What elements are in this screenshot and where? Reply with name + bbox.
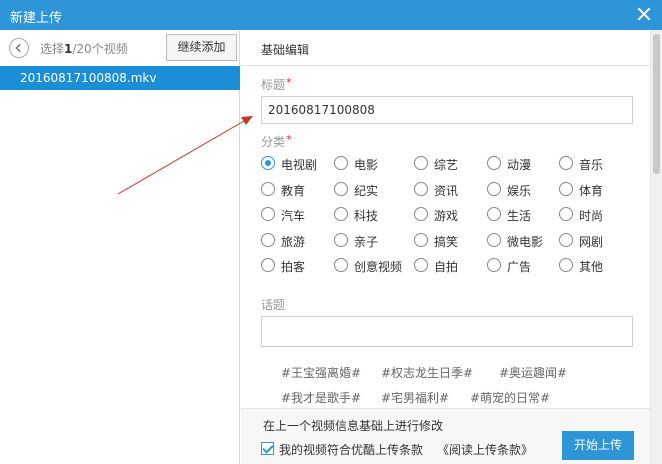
category-option-label: 时尚: [579, 209, 604, 223]
category-option-label: 汽车: [281, 209, 306, 223]
radio-icon[interactable]: [334, 258, 348, 272]
category-option-label: 教育: [281, 184, 306, 198]
category-option-label: 电视剧: [281, 158, 318, 172]
topic-input[interactable]: [261, 316, 633, 347]
basic-edit-panel: 基础编辑 标题* 分类* 电视剧 电影 综艺 动漫 音乐教育 纪实 资讯 娱乐 体育汽车 科技 游戏…: [241, 30, 662, 464]
category-option-label: 搞笑: [434, 235, 459, 249]
category-option-label: 娱乐: [507, 184, 532, 198]
category-option-label: 动漫: [507, 158, 532, 172]
category-option-label: 自拍: [434, 260, 459, 274]
radio-icon[interactable]: [414, 207, 428, 221]
radio-icon[interactable]: [487, 156, 501, 170]
category-option-label: 音乐: [579, 158, 604, 172]
topic-tag[interactable]: #权志龙生日季#: [381, 364, 473, 381]
radio-icon[interactable]: [261, 233, 275, 247]
topic-tag[interactable]: #奥运趣闻#: [499, 364, 567, 381]
topic-tag[interactable]: #萌宠的日常#: [470, 389, 550, 406]
category-option-label: 生活: [507, 209, 532, 223]
topic-tag[interactable]: #宅男福利#: [381, 389, 449, 406]
radio-icon[interactable]: [334, 207, 348, 221]
radio-icon[interactable]: [261, 258, 275, 272]
radio-icon[interactable]: [334, 182, 348, 196]
radio-icon[interactable]: [414, 182, 428, 196]
radio-icon[interactable]: [559, 233, 573, 247]
scrollbar-thumb[interactable]: [653, 34, 660, 174]
title-bar: 新建上传: [0, 0, 662, 30]
file-list-header: 选择1/20个视频 继续添加: [0, 30, 240, 66]
file-item[interactable]: 20160817100808.mkv: [0, 66, 240, 90]
category-option-label: 科技: [354, 209, 379, 223]
category-option-label: 亲子: [354, 235, 379, 249]
radio-icon[interactable]: [261, 156, 275, 170]
radio-icon[interactable]: [559, 182, 573, 196]
radio-icon[interactable]: [334, 156, 348, 170]
bottom-bar: 在上一个视频信息基础上进行修改 我的视频符合优酷上传条款 《阅读上传条款》 开始…: [241, 408, 650, 464]
category-label: 分类*: [261, 133, 292, 149]
back-icon[interactable]: [9, 38, 29, 58]
radio-icon[interactable]: [559, 207, 573, 221]
scrollbar[interactable]: [650, 30, 662, 464]
continue-add-button[interactable]: 继续添加: [166, 34, 237, 61]
close-icon[interactable]: [636, 6, 652, 22]
radio-icon[interactable]: [414, 156, 428, 170]
category-option-label: 其他: [579, 260, 604, 274]
category-option-label: 纪实: [354, 184, 379, 198]
radio-icon[interactable]: [414, 258, 428, 272]
start-upload-button[interactable]: 开始上传: [562, 431, 634, 460]
title-label: 标题*: [261, 76, 292, 92]
radio-icon[interactable]: [414, 233, 428, 247]
agree-terms-label: 我的视频符合优酷上传条款: [279, 443, 424, 457]
category-option-label: 创意视频: [354, 260, 403, 274]
category-option-label: 广告: [507, 260, 532, 274]
radio-icon[interactable]: [261, 207, 275, 221]
radio-icon[interactable]: [487, 233, 501, 247]
radio-icon[interactable]: [487, 258, 501, 272]
required-mark: *: [286, 133, 292, 146]
radio-icon[interactable]: [559, 258, 573, 272]
topic-tag[interactable]: #我才是歌手#: [281, 389, 361, 406]
read-terms-link[interactable]: 《阅读上传条款》: [437, 441, 533, 458]
category-option-label: 游戏: [434, 209, 459, 223]
category-option-label: 电影: [354, 158, 379, 172]
radio-icon[interactable]: [559, 156, 573, 170]
selection-count: 选择1/20个视频: [40, 42, 128, 56]
topic-tag[interactable]: #王宝强离婚#: [281, 364, 361, 381]
category-option-label: 微电影: [507, 235, 544, 249]
category-option-label: 拍客: [281, 260, 306, 274]
category-option-label: 综艺: [434, 158, 459, 172]
modify-from-previous-link[interactable]: 在上一个视频信息基础上进行修改: [263, 417, 443, 434]
topic-label: 话题: [261, 298, 286, 312]
category-option-label: 旅游: [281, 235, 306, 249]
radio-icon[interactable]: [334, 233, 348, 247]
file-list-panel: 选择1/20个视频 继续添加 20160817100808.mkv: [0, 30, 240, 464]
title-input[interactable]: [261, 96, 633, 124]
radio-icon[interactable]: [261, 182, 275, 196]
agree-terms-checkbox[interactable]: [261, 442, 274, 455]
category-option-label: 体育: [579, 184, 604, 198]
radio-icon[interactable]: [487, 182, 501, 196]
section-title: 基础编辑: [261, 43, 310, 57]
category-option-label: 网剧: [579, 235, 604, 249]
radio-icon[interactable]: [487, 207, 501, 221]
category-option-label: 资讯: [434, 184, 459, 198]
required-mark: *: [286, 76, 292, 89]
divider: [241, 65, 650, 66]
window-title: 新建上传: [10, 11, 63, 26]
